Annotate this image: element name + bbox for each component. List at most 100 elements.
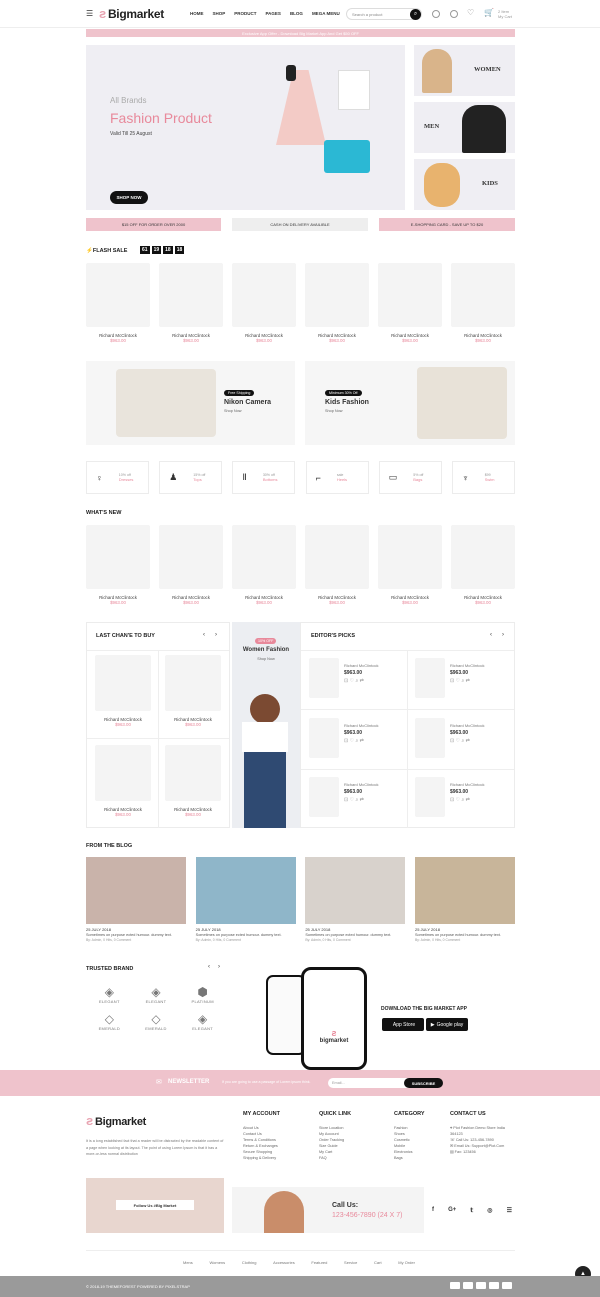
subscribe-button[interactable]: SUBSCRIBE <box>404 1078 443 1088</box>
bottom-link[interactable]: My Order <box>398 1260 415 1265</box>
product-card[interactable]: Richard McClintock $963.00 ⊡ ♡ ⌕ ⇄ <box>415 658 484 698</box>
product-card[interactable]: Richard McClintock $963.00 <box>95 745 151 817</box>
product-card[interactable]: Richard McClintock $963.00 ⊡ ♡ ⌕ ⇄ <box>415 718 484 758</box>
product-card[interactable]: Richard McClintock $963.00 <box>165 745 221 817</box>
product-card[interactable]: Richard McClintock $963.00 <box>378 263 442 343</box>
product-card[interactable]: Richard McClintock $963.00 ⊡ ♡ ⌕ ⇄ <box>309 658 378 698</box>
cart-summary[interactable]: 2 Item My Cart <box>498 9 512 19</box>
product-image[interactable] <box>86 263 150 327</box>
product-card[interactable]: Richard McClintock $963.00 ⊡ ♡ ⌕ ⇄ <box>415 777 484 817</box>
nav-home[interactable]: HOME <box>190 11 204 16</box>
google-play-button[interactable]: ▶ Google play <box>426 1018 468 1031</box>
banner-shop-now-link[interactable]: Shop Now <box>224 409 242 413</box>
product-image[interactable] <box>451 263 515 327</box>
blog-image[interactable] <box>414 857 515 924</box>
brand-logo[interactable]: ◇ EMERALD <box>86 1012 133 1031</box>
cart-icon[interactable]: 🛒 <box>484 8 494 17</box>
wishlist-icon[interactable]: ♡ <box>467 8 474 17</box>
call-us-number[interactable]: 123-456-7890 (24 X 7) <box>332 1212 402 1219</box>
prev-arrow-icon[interactable]: ‹ <box>208 964 210 970</box>
app-store-button[interactable]: App Store <box>382 1018 424 1031</box>
product-image[interactable] <box>95 655 151 711</box>
category-bags[interactable]: ▭ 5% off Bags <box>378 461 442 494</box>
product-name[interactable]: Richard McClintock <box>450 782 484 787</box>
blog-post[interactable]: 25 JULY 2018 Sometimes on purpose ected h… <box>86 857 186 942</box>
search-icon[interactable]: ⌕ <box>410 8 421 20</box>
facebook-icon[interactable]: f <box>432 1207 434 1214</box>
men-banner[interactable]: MEN <box>414 102 515 153</box>
follow-us-label[interactable]: Follow Us #Big Market <box>116 1200 194 1210</box>
product-actions-icon[interactable]: ⊡ ♡ ⌕ ⇄ <box>344 797 378 803</box>
product-image[interactable] <box>165 745 221 801</box>
footer-link[interactable]: Bags <box>394 1155 425 1161</box>
product-image[interactable] <box>309 718 339 758</box>
product-card[interactable]: Richard McClintock $963.00 <box>232 263 296 343</box>
product-card[interactable]: Richard McClintock $963.00 <box>86 525 150 605</box>
product-name[interactable]: Richard McClintock <box>344 782 378 787</box>
product-actions-icon[interactable]: ⊡ ♡ ⌕ ⇄ <box>450 797 484 803</box>
product-image[interactable] <box>165 655 221 711</box>
brand-logo[interactable]: ⬢ PLATINUM <box>179 985 226 1004</box>
product-image[interactable] <box>309 658 339 698</box>
search-box[interactable]: Search a product ⌕ <box>346 8 422 20</box>
menu-icon[interactable]: ☰ <box>86 9 93 18</box>
nav-blog[interactable]: BLOG <box>290 11 303 16</box>
product-name[interactable]: Richard McClintock <box>344 723 378 728</box>
product-image[interactable] <box>232 263 296 327</box>
banner-shop-now-link[interactable]: Shop Now <box>325 409 343 413</box>
nav-product[interactable]: PRODUCT <box>234 11 256 16</box>
nav-pages[interactable]: PAGES <box>266 11 281 16</box>
blog-image[interactable] <box>195 857 296 924</box>
product-card[interactable]: Richard McClintock $963.00 <box>159 525 223 605</box>
category-dresses[interactable]: ♀ 10% off Dresses <box>86 461 149 494</box>
product-image[interactable] <box>305 525 369 589</box>
twitter-icon[interactable]: 𝕥 <box>470 1207 473 1214</box>
promo-bar[interactable]: Exclusive App Offer - Download Big Marke… <box>86 29 515 37</box>
offer-strip-2[interactable]: CASH ON DELIVERY AVAILIBLE <box>232 218 368 231</box>
brand-logo[interactable]: ◈ ELEGANT <box>179 1012 226 1031</box>
product-image[interactable] <box>378 263 442 327</box>
product-image[interactable] <box>451 525 515 589</box>
settings-icon[interactable] <box>450 10 458 18</box>
user-icon[interactable] <box>432 10 440 18</box>
product-card[interactable]: Richard McClintock $963.00 <box>451 525 515 605</box>
kids-banner[interactable]: KIDS <box>414 159 515 210</box>
blog-post[interactable]: 25 JULY 2018 Sometimes on purpose ected h… <box>195 857 296 942</box>
product-card[interactable]: Richard McClintock $963.00 <box>165 655 221 727</box>
product-card[interactable]: Richard McClintock $963.00 <box>159 263 223 343</box>
product-image[interactable] <box>232 525 296 589</box>
product-card[interactable]: Richard McClintock $963.00 ⊡ ♡ ⌕ ⇄ <box>309 777 378 817</box>
blog-excerpt[interactable]: Sometimes on purpose ected humour. dummy… <box>196 933 296 937</box>
product-name[interactable]: Richard McClintock <box>450 663 484 668</box>
product-actions-icon[interactable]: ⊡ ♡ ⌕ ⇄ <box>344 738 378 744</box>
brand-logo[interactable]: ◇ EMERALD <box>133 1012 180 1031</box>
next-arrow-icon[interactable]: › <box>218 964 220 970</box>
prev-arrow-icon[interactable]: ‹ <box>490 632 492 638</box>
blog-image[interactable] <box>305 857 406 924</box>
product-card[interactable]: Richard McClintock $963.00 <box>95 655 151 727</box>
category-swim[interactable]: ♆ $99 Swim <box>451 461 515 494</box>
women-fashion-banner[interactable]: 10% OFF Women Fashion Shop Now <box>232 622 300 828</box>
offer-strip-3[interactable]: E-SHOPPING CARD - SAVE UP TO $20 <box>379 218 515 231</box>
product-card[interactable]: Richard McClintock $963.00 <box>86 263 150 343</box>
product-card[interactable]: Richard McClintock $963.00 <box>451 263 515 343</box>
product-image[interactable] <box>378 525 442 589</box>
banner-shop-now-link[interactable]: Shop Now <box>232 657 300 661</box>
prev-arrow-icon[interactable]: ‹ <box>203 632 205 638</box>
instagram-icon[interactable]: ◎ <box>487 1207 492 1214</box>
kids-fashion-banner[interactable]: Minimum 30% Off Kids Fashion Shop Now <box>305 361 515 445</box>
product-image[interactable] <box>159 263 223 327</box>
product-card[interactable]: Richard McClintock $963.00 <box>305 525 369 605</box>
product-image[interactable] <box>309 777 339 817</box>
newsletter-email-input[interactable]: Email... <box>328 1078 410 1088</box>
bottom-link[interactable]: Service <box>344 1260 357 1265</box>
category-tops[interactable]: ♟ 15% off Tops <box>159 461 223 494</box>
product-image[interactable] <box>95 745 151 801</box>
product-actions-icon[interactable]: ⊡ ♡ ⌕ ⇄ <box>450 738 484 744</box>
product-image[interactable] <box>305 263 369 327</box>
bottom-link[interactable]: Accessories <box>273 1260 295 1265</box>
women-banner[interactable]: WOMEN <box>414 45 515 96</box>
instagram-grid[interactable]: Follow Us #Big Market <box>86 1178 224 1233</box>
product-name[interactable]: Richard McClintock <box>450 723 484 728</box>
product-image[interactable] <box>415 777 445 817</box>
